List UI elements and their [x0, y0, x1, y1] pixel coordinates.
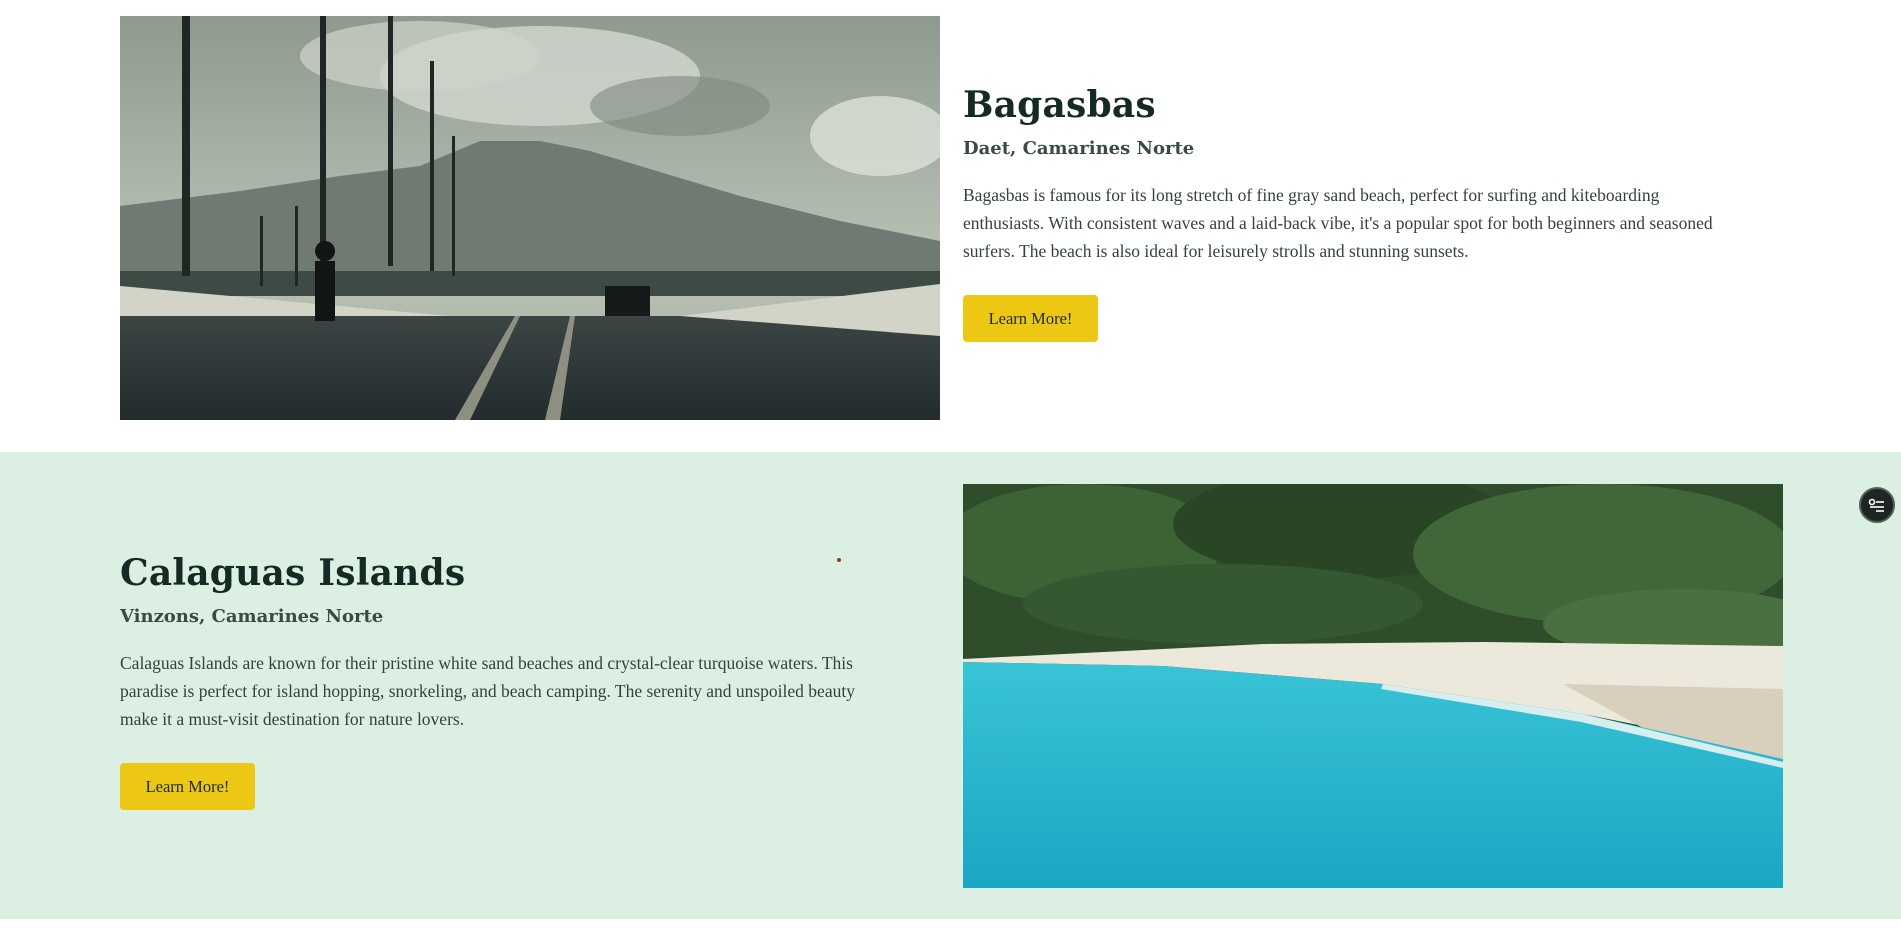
destination-section-bagasbas: Bagasbas Daet, Camarines Norte Bagasbas …	[0, 0, 1901, 452]
description-line: Bagasbas is famous for its long stretch …	[963, 185, 1660, 205]
destination-title: Bagasbas	[963, 84, 1156, 126]
bagasbas-info: Bagasbas Daet, Camarines Norte Bagasbas …	[963, 84, 1783, 342]
bagasbas-photo	[120, 16, 940, 420]
calaguas-info: Calaguas Islands Vinzons, Camarines Nort…	[120, 552, 940, 810]
description-line: Calaguas Islands are known for their pri…	[120, 653, 853, 673]
description-line: paradise is perfect for island hopping, …	[120, 681, 855, 701]
description-line: enthusiasts. With consistent waves and a…	[963, 213, 1713, 233]
destination-description: Bagasbas is famous for its long stretch …	[963, 181, 1783, 265]
destination-description: Calaguas Islands are known for their pri…	[120, 649, 940, 733]
calaguas-photo	[963, 484, 1783, 888]
list-settings-icon	[1868, 498, 1884, 512]
destination-title: Calaguas Islands	[120, 552, 466, 594]
destination-section-calaguas: Calaguas Islands Vinzons, Camarines Nort…	[0, 452, 1901, 919]
learn-more-button[interactable]: Learn More!	[120, 763, 255, 810]
destination-location: Vinzons, Camarines Norte	[120, 606, 384, 627]
learn-more-button[interactable]: Learn More!	[963, 295, 1098, 342]
description-line: surfers. The beach is also ideal for lei…	[963, 241, 1469, 261]
floating-menu-button[interactable]	[1859, 487, 1895, 523]
description-line: make it a must-visit destination for nat…	[120, 709, 465, 729]
decorative-dot	[837, 558, 841, 562]
page-bottom-strip	[0, 919, 1901, 944]
destination-location: Daet, Camarines Norte	[963, 138, 1195, 159]
